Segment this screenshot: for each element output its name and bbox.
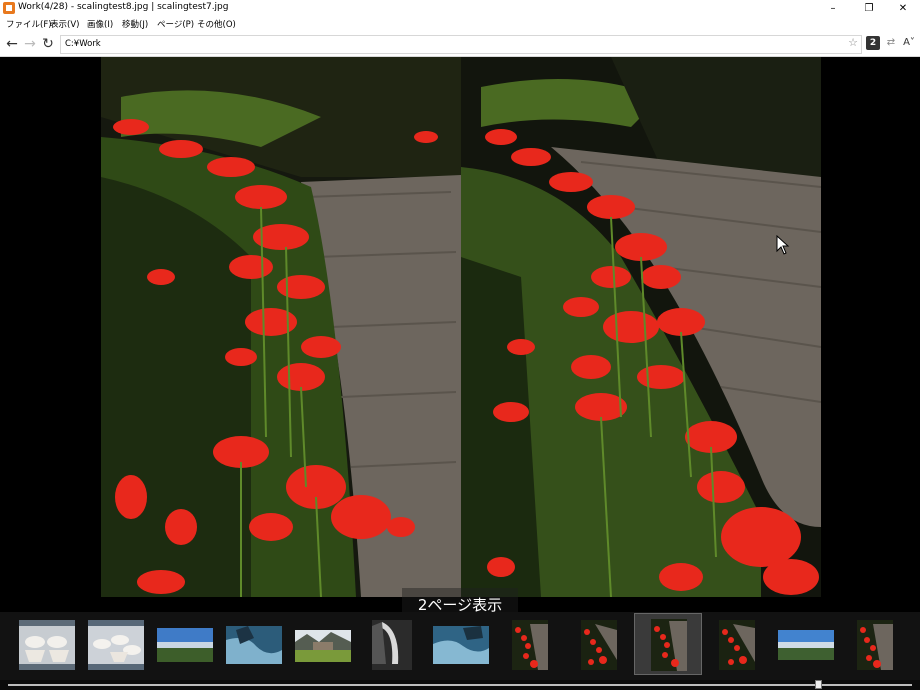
window-title: Work(4/28) - scalingtest8.jpg | scalingt… (18, 2, 229, 12)
bowls-thumbnail-image (88, 620, 144, 670)
restore-button[interactable]: ❐ (852, 0, 886, 17)
scrollbar-track[interactable] (8, 684, 912, 686)
mouse-cursor-icon (776, 234, 790, 259)
address-text: C:¥Work (65, 39, 101, 49)
forward-icon[interactable]: → (22, 35, 38, 53)
thumbnail-8[interactable] (502, 620, 558, 670)
menu-file[interactable]: ファイル(F) (6, 18, 52, 30)
image-viewer[interactable]: 2ページ表示 (0, 57, 920, 622)
cave-thumbnail-image (372, 620, 412, 670)
reload-icon[interactable]: ↻ (40, 35, 56, 53)
flower-path-photo-right (461, 57, 821, 597)
thumbnail-4[interactable] (226, 620, 282, 670)
flowers-thumbnail-image (719, 620, 755, 670)
font-size-icon[interactable]: A˅ (902, 36, 916, 50)
thumbnail-6[interactable] (364, 620, 420, 670)
app-icon (3, 2, 15, 14)
menu-page[interactable]: ページ(P) (157, 18, 194, 30)
menu-move[interactable]: 移動(J) (122, 18, 148, 30)
thumbnail-7[interactable] (433, 620, 489, 670)
two-page-icon[interactable]: 2 (866, 36, 880, 50)
toolbar: ← → ↻ C:¥Work ☆ 2 ⇄ A˅ (0, 32, 920, 57)
page-image-left[interactable] (101, 57, 461, 597)
thumbnail-5[interactable] (295, 620, 351, 670)
swap-arrows-icon[interactable]: ⇄ (884, 36, 898, 50)
thumbnail-strip[interactable] (0, 612, 920, 680)
menu-view[interactable]: 表示(V) (50, 18, 79, 30)
thumbnail-1[interactable] (19, 620, 75, 670)
thumbnail-12[interactable] (778, 620, 834, 670)
thumbnail-11[interactable] (709, 620, 765, 670)
star-icon[interactable]: ☆ (848, 36, 858, 49)
flowers-thumbnail-image (512, 620, 548, 670)
address-bar[interactable]: C:¥Work ☆ (60, 35, 862, 54)
water-thumbnail-image (433, 626, 489, 664)
thumbnail-scrollbar[interactable] (0, 680, 920, 690)
minimize-button[interactable]: – (816, 0, 850, 17)
flowers-thumbnail-image (581, 620, 617, 670)
bowls-thumbnail-image (19, 620, 75, 670)
menu-other[interactable]: その他(O) (197, 18, 236, 30)
thumbnail-9[interactable] (571, 620, 627, 670)
flowers-thumbnail-image (857, 620, 893, 670)
thumbnail-10-selected[interactable] (634, 613, 702, 675)
flowers-thumbnail-image (651, 619, 687, 671)
page-image-right[interactable] (461, 57, 821, 597)
back-icon[interactable]: ← (4, 35, 20, 53)
title-bar: Work(4/28) - scalingtest8.jpg | scalingt… (0, 0, 920, 17)
flower-path-photo-left (101, 57, 461, 597)
close-button[interactable]: ✕ (886, 0, 920, 17)
menu-bar: ファイル(F) 表示(V) 画像(I) 移動(J) ページ(P) その他(O) (0, 17, 920, 32)
scrollbar-thumb[interactable] (815, 680, 823, 689)
landscape-thumbnail-image (778, 630, 834, 660)
thumbnail-2[interactable] (88, 620, 144, 670)
landscape-thumbnail-image (157, 628, 213, 662)
water-thumbnail-image (226, 626, 282, 664)
thumbnail-3[interactable] (157, 620, 213, 670)
menu-image[interactable]: 画像(I) (87, 18, 113, 30)
thumbnail-13[interactable] (847, 620, 903, 670)
village-thumbnail-image (295, 630, 351, 662)
